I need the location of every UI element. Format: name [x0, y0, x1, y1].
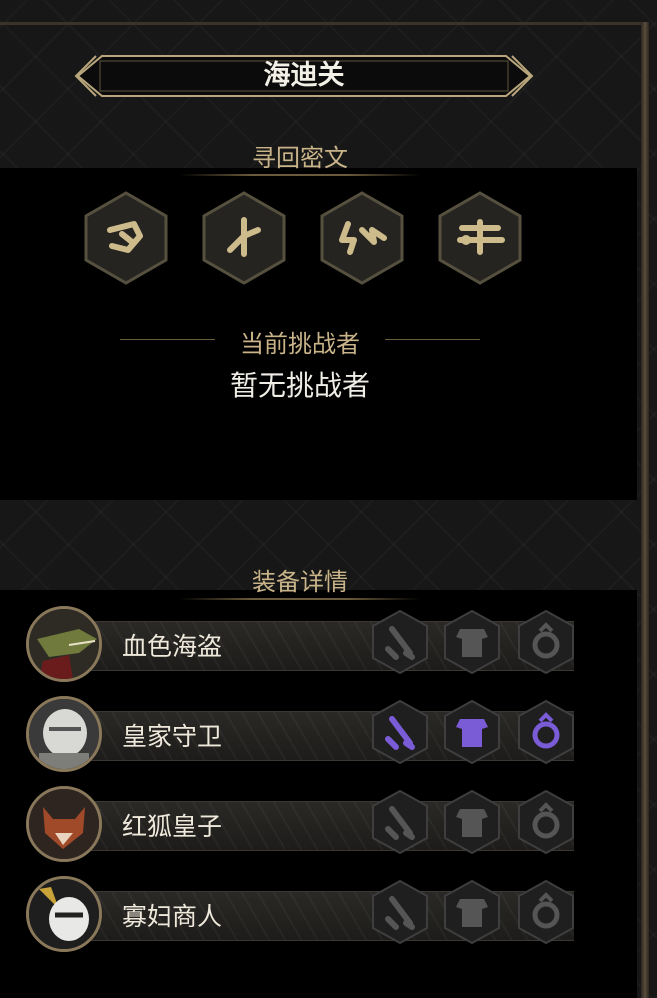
- armor-icon: [444, 699, 500, 765]
- rune-glyph-1-icon: [84, 191, 168, 285]
- ring-slot[interactable]: [516, 879, 576, 945]
- weapon-slot[interactable]: [370, 789, 430, 855]
- sword-icon: [372, 879, 428, 945]
- ring-icon: [518, 879, 574, 945]
- ring-icon: [518, 789, 574, 855]
- hero-name: 血色海盗: [122, 632, 223, 661]
- rune-slot-3[interactable]: [318, 190, 406, 286]
- ring-icon: [518, 609, 574, 675]
- crocodile-pirate-avatar[interactable]: [26, 606, 102, 682]
- hero-row-3[interactable]: 红狐皇子: [26, 783, 586, 863]
- current-challenger-label-text: 当前挑战者: [240, 330, 360, 358]
- royal-guard-avatar[interactable]: [26, 696, 102, 772]
- current-challenger-label: 当前挑战者: [120, 324, 480, 358]
- equipment-section-title: 装备详情: [180, 562, 420, 600]
- game-panel: 海迪关 寻回密文 当前挑战者 暂无挑战者 装备详情 血色海盗 皇家守卫 红狐皇子…: [0, 0, 657, 998]
- title-banner: 海迪关: [74, 52, 534, 100]
- rune-glyph-4-icon: [438, 191, 522, 285]
- hero-name: 红狐皇子: [122, 812, 223, 841]
- hero-row-4[interactable]: 寡妇商人: [26, 873, 586, 953]
- ring-slot[interactable]: [516, 609, 576, 675]
- weapon-slot[interactable]: [370, 699, 430, 765]
- rune-glyph-2-icon: [202, 191, 286, 285]
- armor-icon: [444, 609, 500, 675]
- ring-icon: [518, 699, 574, 765]
- armor-slot[interactable]: [442, 609, 502, 675]
- equipment-section-label: 装备详情: [252, 568, 348, 596]
- current-challenger-value: 暂无挑战者: [229, 369, 370, 402]
- armor-slot[interactable]: [442, 789, 502, 855]
- rune-glyph-3-icon: [320, 191, 404, 285]
- red-fox-prince-avatar[interactable]: [26, 786, 102, 862]
- runes-title-underline: [180, 174, 420, 176]
- weapon-slot[interactable]: [370, 879, 430, 945]
- armor-slot[interactable]: [442, 699, 502, 765]
- weapon-slot[interactable]: [370, 609, 430, 675]
- rune-slot-2[interactable]: [200, 190, 288, 286]
- sword-icon: [372, 609, 428, 675]
- sword-icon: [372, 789, 428, 855]
- panel-top-border: [0, 22, 646, 25]
- ring-slot[interactable]: [516, 789, 576, 855]
- sword-icon: [372, 699, 428, 765]
- equipment-title-underline: [180, 598, 420, 600]
- widow-merchant-avatar[interactable]: [26, 876, 102, 952]
- runes-section-title: 寻回密文: [180, 138, 420, 176]
- armor-icon: [444, 879, 500, 945]
- hero-name: 皇家守卫: [122, 722, 223, 751]
- runes-section-label: 寻回密文: [252, 144, 348, 172]
- hero-row-1[interactable]: 血色海盗: [26, 603, 586, 683]
- rune-slot-1[interactable]: [82, 190, 170, 286]
- ring-slot[interactable]: [516, 699, 576, 765]
- panel-right-border: [641, 22, 649, 998]
- rune-slot-4[interactable]: [436, 190, 524, 286]
- armor-icon: [444, 789, 500, 855]
- hero-row-2[interactable]: 皇家守卫: [26, 693, 586, 773]
- hero-name: 寡妇商人: [122, 902, 223, 931]
- armor-slot[interactable]: [442, 879, 502, 945]
- stage-title: 海迪关: [263, 60, 345, 91]
